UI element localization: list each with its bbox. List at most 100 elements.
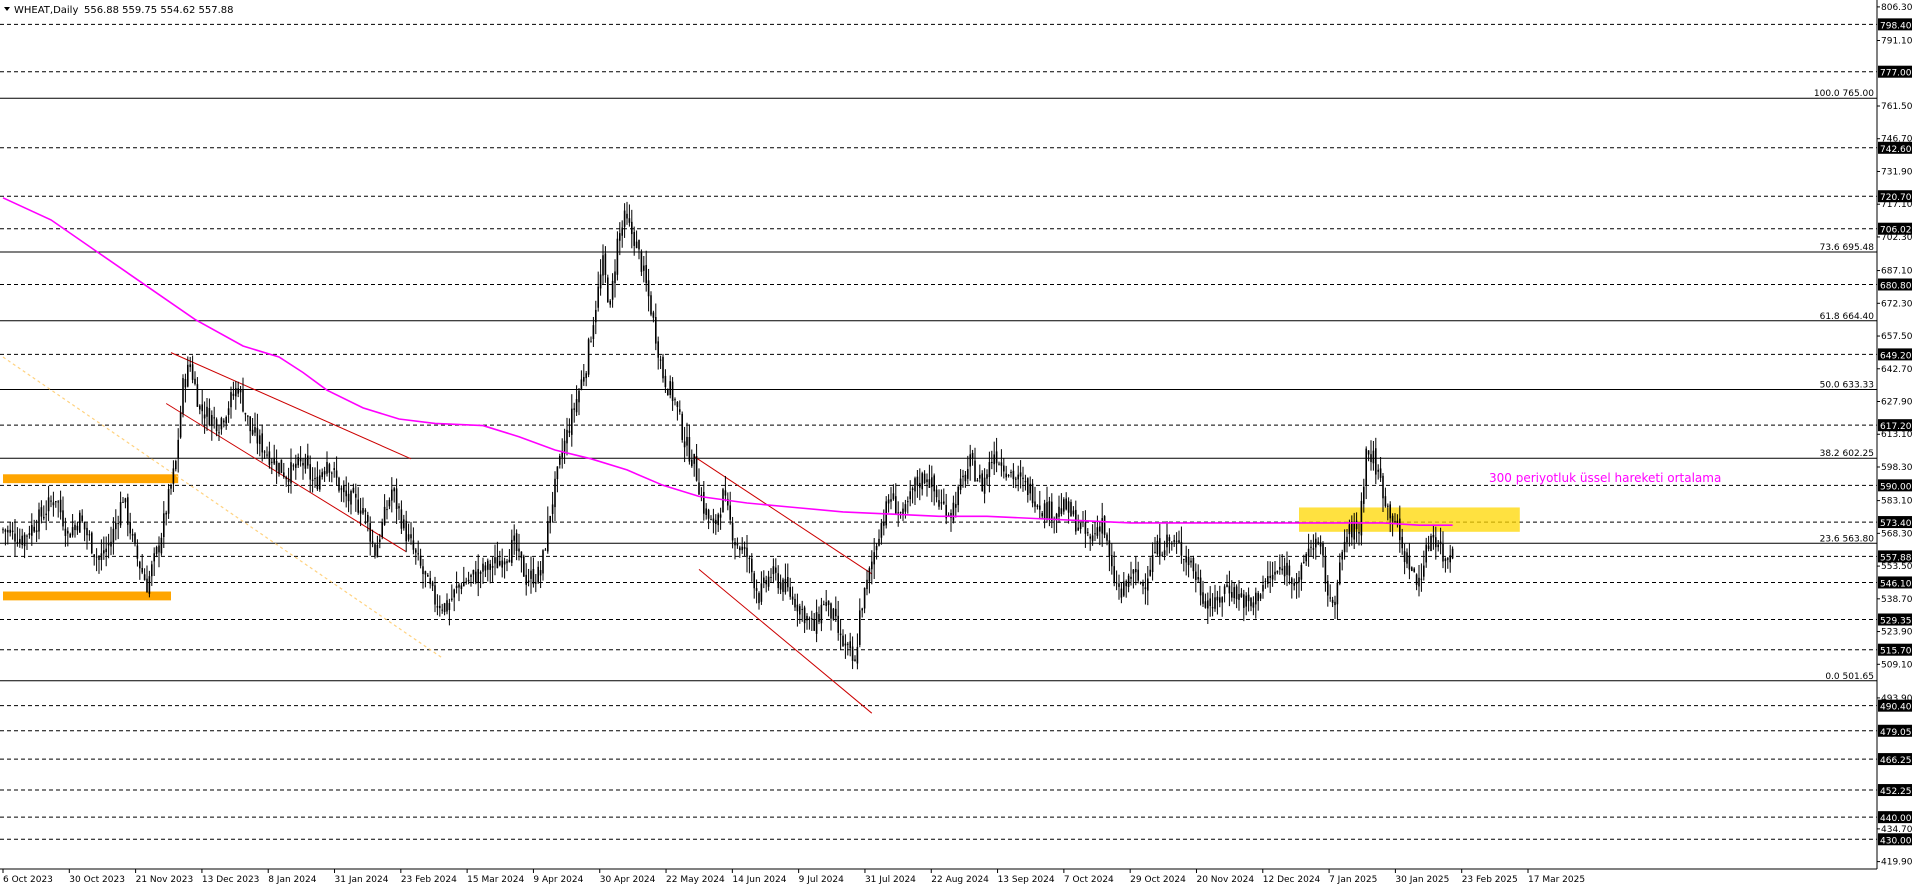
candle-body [2,529,4,531]
candle-body [124,498,127,503]
candle-body [1365,448,1367,486]
candle-body [436,606,439,608]
candle-body [856,646,859,664]
candle-body [244,412,247,415]
candle-body [983,477,986,494]
candle-body [1082,521,1084,523]
candle-body [211,415,213,427]
candle-body [499,561,501,566]
candle-body [1036,505,1039,507]
candle-body [290,462,292,484]
candle-body [631,221,633,235]
candle-body [1231,591,1233,598]
candle-body [695,456,698,481]
date-tick-label: 23 Feb 2024 [401,875,457,885]
candle-body [640,251,643,272]
candle-body [1303,561,1305,563]
candle-body [719,514,722,518]
candle-body [1159,538,1161,557]
candle-body [1135,569,1137,573]
level-price-label: 440.00 [1880,814,1912,824]
candle-body [619,233,621,241]
candle-body [227,408,230,415]
candle-body [597,286,599,308]
candle[interactable] [681,411,683,443]
candle[interactable] [79,510,81,533]
candle-body [527,580,530,583]
candle-body [995,451,998,464]
candle-body [179,412,182,438]
candle[interactable] [167,483,170,519]
candle-body [710,519,712,521]
candle-body [1101,518,1103,534]
candle-body [981,473,983,492]
candle-body [808,618,811,620]
candle-body [412,540,415,550]
candle-body [849,641,851,649]
candle-body [1269,575,1271,578]
candle[interactable] [1430,533,1432,552]
candle-body [1192,557,1195,572]
candle-body [1077,527,1079,531]
support-zone-band-1[interactable] [3,591,171,601]
candle-body [1084,522,1087,534]
candle-body [736,543,739,546]
candle-body [1399,518,1401,541]
candle[interactable] [1103,515,1106,539]
candle[interactable] [607,274,609,303]
candle-body [763,577,765,583]
candle-body [731,522,734,541]
candle-body [859,610,861,645]
candle[interactable] [280,459,283,474]
candle-body [417,553,419,555]
candle-body [976,479,979,482]
candle-body [119,502,122,526]
candle-body [827,600,830,606]
candle-body [1324,557,1327,584]
candle-body [1089,536,1091,539]
candle-body [611,280,614,300]
candle-body [940,502,943,504]
candle-body [136,545,139,559]
candle[interactable] [587,337,590,378]
candle[interactable] [182,374,184,418]
candle-body [779,582,782,590]
candle-body [28,533,31,536]
candle-body [1276,570,1279,573]
candle-body [674,399,676,401]
candle-body [278,462,280,474]
candle-body [103,550,105,554]
candle-body [285,477,287,480]
candle-body [832,608,835,620]
candle-body [259,435,261,445]
candle-body [388,500,391,507]
candle[interactable] [523,554,525,577]
candle-body [79,512,81,533]
price-chart[interactable]: 100.0 765.00 73.6 695.48 61.8 664.40 50.0 6… [0,0,1916,888]
candle-body [275,461,278,471]
candle[interactable] [667,388,669,396]
candle-body [151,564,153,577]
candle-body [1315,538,1317,548]
candle-body [669,381,671,396]
candle-body [1377,469,1379,472]
candle-body [871,561,873,570]
candle-body [643,265,645,271]
support-zone-band-0[interactable] [3,474,179,484]
candle-body [64,528,67,536]
candle[interactable] [832,607,835,621]
candle-body [789,587,791,597]
candle-body [47,497,50,512]
highlight-zone-box[interactable] [1299,507,1520,532]
candle-body [955,504,957,508]
candle-body [508,559,511,563]
chart[interactable]: 100.0 765.00 73.6 695.48 61.8 664.40 50.0 6… [0,0,1916,888]
price-tick-label: 538.70 [1881,595,1913,605]
level-price-label: 680.80 [1880,281,1912,291]
candle[interactable] [91,531,93,555]
fibonacci-label: 100.0 765.00 [1814,89,1874,99]
candle-body [861,608,863,611]
candle-body [323,471,326,475]
candle[interactable] [338,476,340,493]
candle-body [842,635,844,646]
